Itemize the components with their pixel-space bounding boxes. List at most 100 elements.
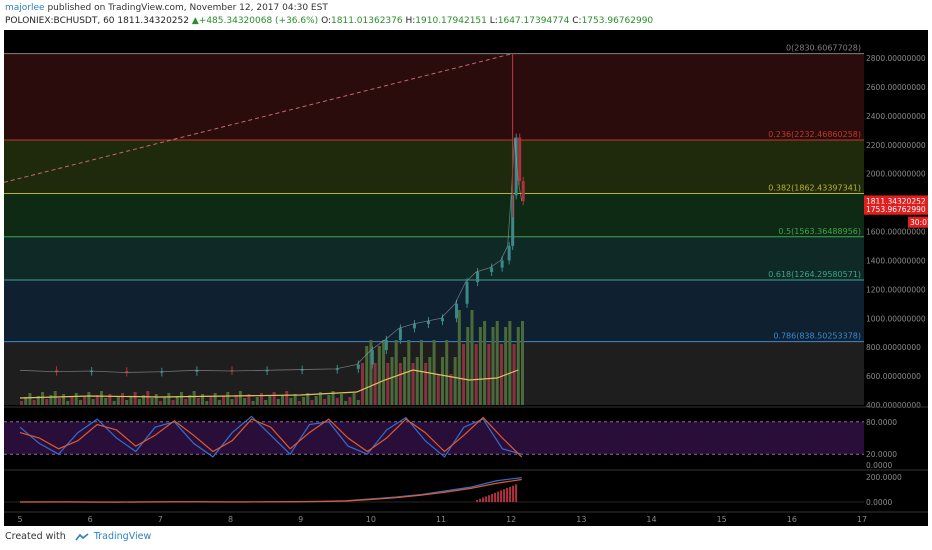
macd-histogram-bar	[515, 484, 518, 502]
tradingview-brand[interactable]: TradingView	[94, 531, 151, 542]
open-label: O:	[321, 16, 332, 26]
volume-bar	[403, 357, 407, 405]
volume-bar	[491, 327, 495, 405]
volume-bar	[310, 400, 314, 405]
fib-level-label: 0(2830.60677028)	[786, 44, 861, 53]
volume-bar	[335, 398, 339, 405]
candle	[476, 271, 480, 283]
volume-bar	[520, 321, 524, 405]
volume-bar	[213, 393, 217, 405]
footer: Created with TradingView	[5, 531, 151, 542]
time-tick-label: 6	[88, 515, 93, 524]
volume-bar	[285, 391, 289, 405]
volume-bar	[154, 394, 158, 405]
volume-bar	[184, 399, 188, 405]
volume-bar	[453, 357, 457, 405]
price-tick-label: 600.00000000	[866, 372, 921, 381]
volume-bar	[62, 394, 66, 405]
volume-bar	[243, 398, 247, 405]
time-tick-label: 5	[17, 515, 22, 524]
volume-bar	[150, 398, 154, 405]
candle	[426, 321, 430, 325]
fib-level-label: 0.618(1264.29580571)	[768, 270, 861, 279]
ohlc-line: POLONIEX:BCHUSDT, 60 1811.34320252 ▲+485…	[5, 16, 653, 26]
volume-bar	[428, 357, 432, 405]
volume-bar	[125, 400, 129, 405]
volume-bar	[512, 344, 516, 405]
volume-bar	[28, 393, 32, 405]
candle	[521, 180, 525, 202]
time-tick-label: 10	[366, 515, 376, 524]
price-tick-label: 2600.00000000	[866, 83, 926, 92]
fib-level-label: 0.236(2232.46860258)	[768, 130, 861, 139]
macd-histogram-bar	[491, 494, 494, 502]
macd-histogram-bar	[512, 485, 515, 502]
time-tick-label: 17	[857, 515, 867, 524]
volume-bar	[74, 393, 78, 405]
volume-bar	[158, 401, 162, 405]
macd-tick-label: 0.0000	[866, 498, 892, 507]
volume-bar	[268, 396, 272, 405]
low-value: 1647.17394774	[497, 16, 570, 26]
volume-bar	[361, 363, 365, 405]
publisher-name[interactable]: majorlee	[5, 3, 45, 13]
volume-bar	[508, 321, 512, 405]
volume-bar	[179, 392, 183, 405]
price-tick-label: 1600.00000000	[866, 228, 926, 237]
time-tick-label: 9	[298, 515, 303, 524]
volume-bar	[419, 340, 423, 405]
price-tick-label: 2200.00000000	[866, 141, 926, 150]
volume-bar	[230, 399, 234, 405]
tradingview-logo-icon	[75, 532, 89, 541]
volume-bar	[344, 401, 348, 405]
volume-bar	[192, 391, 196, 405]
candle	[356, 364, 360, 369]
volume-bar	[53, 391, 57, 405]
close-value: 1753.96762990	[581, 16, 654, 26]
macd-histogram-bar	[488, 495, 491, 502]
volume-bar	[167, 393, 171, 405]
chart-area[interactable]: 0(2830.60677028) 0.236(2232.46860258) 0.38…	[3, 30, 932, 526]
candle	[441, 318, 444, 322]
volume-bar	[411, 363, 415, 405]
volume-bar	[20, 401, 23, 405]
time-tick-label: 15	[717, 515, 727, 524]
macd-histogram-bar	[479, 498, 482, 502]
candle	[500, 260, 504, 268]
fib-band	[4, 140, 864, 194]
price-tick-label: 2000.00000000	[866, 170, 926, 179]
time-tick-label: 11	[436, 515, 446, 524]
volume-bar	[407, 340, 411, 405]
fib-band	[4, 193, 864, 237]
fib-band	[4, 53, 864, 141]
volume-bar	[41, 392, 45, 405]
volume-bar	[201, 394, 205, 405]
volume-bar	[209, 397, 213, 405]
macd-histogram-bar	[506, 488, 509, 502]
published-text: published on TradingView.com, November 1…	[44, 3, 328, 13]
candle	[518, 137, 522, 181]
volume-bar	[356, 400, 360, 405]
volume-bar	[478, 327, 482, 405]
fib-band	[4, 280, 864, 342]
volume-bar	[390, 357, 394, 405]
volume-bar	[449, 374, 453, 405]
volume-bar	[87, 392, 91, 405]
price-tick-label: 1400.00000000	[866, 256, 926, 265]
high-value: 1910.17942151	[415, 16, 487, 26]
volume-bar	[112, 401, 116, 405]
volume-bar	[348, 397, 352, 405]
volume-bar	[382, 340, 386, 405]
volume-bar	[415, 357, 419, 405]
volume-bar	[129, 396, 133, 405]
macd-histogram-bar	[500, 490, 503, 502]
fib-band	[4, 236, 864, 281]
chart-svg[interactable]: 0(2830.60677028) 0.236(2232.46860258) 0.38…	[3, 30, 932, 526]
volume-bar	[108, 394, 112, 405]
volume-bar	[99, 391, 103, 405]
volume-bar	[302, 397, 306, 405]
candle	[384, 339, 388, 351]
open-value: 1811.01362376	[331, 16, 403, 26]
volume-bar	[281, 395, 285, 405]
time-tick-label: 7	[158, 515, 163, 524]
